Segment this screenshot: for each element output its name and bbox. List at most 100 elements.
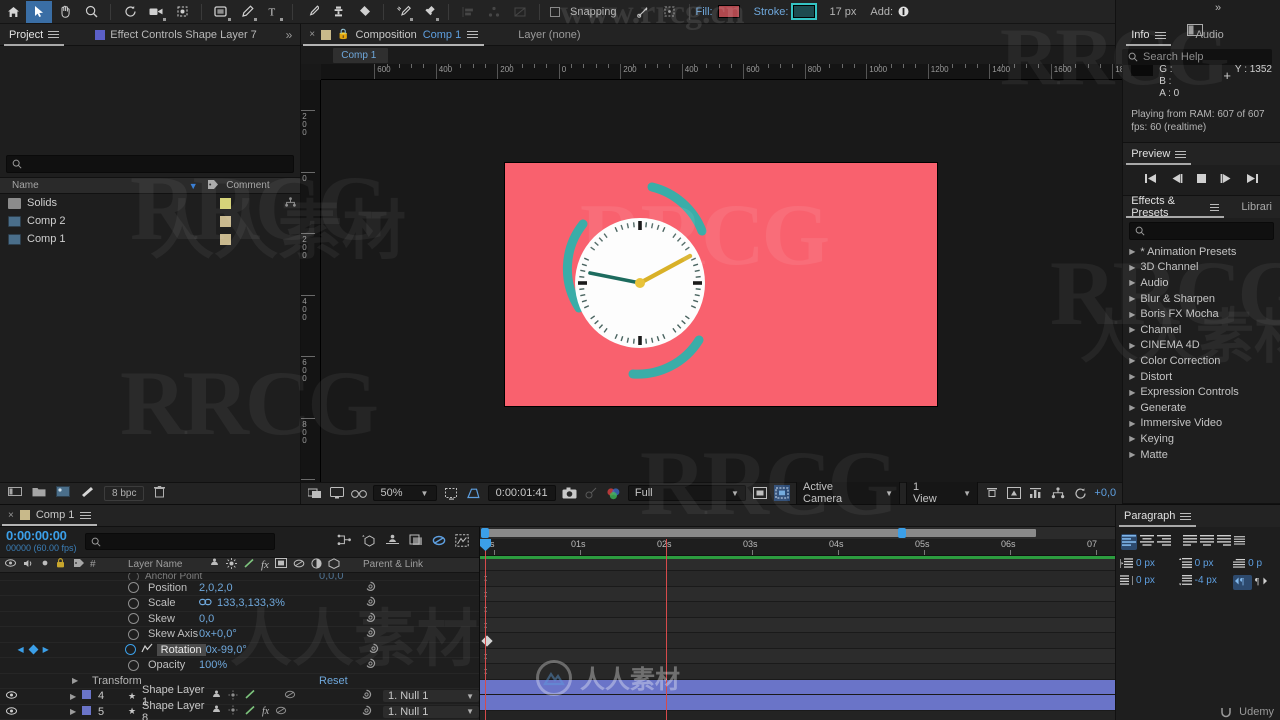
label-column-icon[interactable] — [68, 558, 90, 571]
tab-audio[interactable]: Audio — [1188, 24, 1232, 46]
home-icon[interactable] — [0, 1, 26, 23]
keyframe-navigator[interactable]: ◀ ▶ — [0, 644, 66, 655]
property-row[interactable]: Scale 133,3,133,3% — [0, 596, 479, 612]
property-value[interactable]: 100% — [199, 659, 359, 671]
layer-name-column-header[interactable]: Layer Name — [116, 559, 209, 570]
video-eye-icon[interactable] — [6, 706, 17, 718]
parent-pickwhip-icon[interactable] — [359, 612, 479, 626]
eraser-icon[interactable] — [351, 1, 377, 23]
composition-canvas[interactable] — [505, 163, 938, 406]
snapping-toggle[interactable]: Snapping — [550, 6, 617, 18]
chevron-right-icon[interactable]: ▶ — [1129, 419, 1135, 428]
table-row[interactable]: ▶ 4 ★ Shape Layer 1 1. Null 1 ▼ — [0, 684, 479, 708]
new-comp-icon[interactable] — [8, 486, 22, 500]
align-left-icon[interactable] — [455, 1, 481, 23]
property-row[interactable]: Skew 0,0 — [0, 611, 479, 627]
table-row[interactable]: ▶ 5 ★ Shape Layer 8 fx 1. Null 1 ▼ — [0, 700, 479, 720]
keyframe-diamond-icon[interactable] — [28, 644, 39, 655]
tab-layer-none[interactable]: Layer (none) — [510, 24, 588, 46]
list-item[interactable]: ▶ * Animation Presets — [1123, 244, 1280, 260]
align-left-button[interactable] — [1121, 534, 1137, 550]
panel-menu-icon[interactable] — [467, 29, 479, 40]
tab-libraries[interactable]: Librari — [1233, 196, 1280, 218]
subtab-comp1[interactable]: Comp 1 — [333, 47, 389, 63]
timecode-display[interactable]: 0:00:00:00 00000 (60.00 fps) — [6, 529, 77, 554]
stopwatch-icon[interactable] — [128, 582, 139, 594]
chevron-right-icon[interactable]: ▶ — [72, 676, 86, 685]
list-item[interactable]: Comp 1 — [0, 230, 300, 248]
tag-swatch[interactable] — [220, 233, 232, 245]
list-item[interactable]: ▶ Matte — [1123, 447, 1280, 463]
effects-search-input[interactable] — [1129, 222, 1274, 240]
solo-dot-icon[interactable] — [41, 559, 49, 570]
resolution-select[interactable]: Full ▼ — [627, 485, 746, 501]
property-row[interactable]: Position 2,0,2,0 — [0, 580, 479, 596]
stopwatch-icon[interactable] — [128, 628, 139, 640]
fx-switch-icon[interactable]: fx — [262, 706, 269, 717]
align-center-button[interactable] — [1140, 535, 1154, 549]
monitor-icon[interactable] — [329, 485, 345, 501]
chevron-right-icon[interactable]: ▶ — [1129, 294, 1135, 303]
justify-last-center-button[interactable] — [1200, 535, 1214, 549]
index-column-header[interactable]: # — [90, 559, 116, 570]
justify-all-button[interactable] — [1234, 535, 1245, 549]
stopwatch-icon[interactable] — [128, 659, 139, 671]
tab-composition-comp1[interactable]: × 🔒 Composition Comp 1 — [301, 24, 486, 46]
snapshot-camera-icon[interactable] — [562, 485, 578, 501]
adjustment-layer-icon[interactable] — [311, 557, 322, 572]
panel-menu-icon[interactable] — [1154, 30, 1166, 41]
first-frame-button[interactable] — [1144, 173, 1157, 187]
list-item[interactable]: ▶ CINEMA 4D — [1123, 338, 1280, 354]
current-time-value[interactable]: 0:00:01:41 — [487, 485, 556, 501]
list-item[interactable]: ▶ Channel — [1123, 322, 1280, 338]
previous-frame-button[interactable] — [1170, 173, 1183, 187]
shy-switch-icon[interactable] — [211, 690, 222, 703]
list-item[interactable]: Comp 2 — [0, 212, 300, 230]
property-row-rotation[interactable]: ◀ ▶ Rotation 0x-99,0° — [0, 642, 479, 658]
mask-icon[interactable] — [507, 1, 533, 23]
rtl-direction-button[interactable]: ¶ — [1255, 576, 1268, 589]
rotation-icon[interactable] — [117, 1, 143, 23]
panel-menu-icon[interactable] — [1175, 149, 1187, 160]
next-frame-button[interactable] — [1220, 173, 1233, 187]
effects-switch-icon[interactable] — [244, 689, 256, 703]
vertical-ruler[interactable]: 2 0 002 0 04 0 06 0 08 0 01 0 0 01 2 0 0 — [301, 80, 322, 482]
pen-icon[interactable] — [234, 1, 260, 23]
new-folder-icon[interactable] — [32, 486, 46, 500]
property-value[interactable]: 0,0,0 — [319, 573, 479, 580]
shy-switch-icon[interactable] — [209, 558, 220, 571]
quality-switch-icon[interactable] — [228, 705, 238, 718]
tab-paragraph[interactable]: Paragraph — [1116, 505, 1199, 527]
snapping-checkbox[interactable] — [550, 6, 560, 17]
lock-icon[interactable] — [56, 558, 65, 571]
panel-overflow-icon[interactable]: » — [286, 28, 301, 42]
chevron-right-icon[interactable]: ▶ — [1129, 247, 1135, 256]
property-value[interactable]: 0x+0,0° — [199, 628, 359, 640]
indent-right-field[interactable]: 0 px — [1120, 575, 1171, 586]
stroke-swatch[interactable] — [791, 3, 818, 20]
link-chain-icon[interactable] — [199, 597, 212, 609]
list-item[interactable]: ▶ Boris FX Mocha — [1123, 306, 1280, 322]
draft-3d-icon[interactable] — [361, 534, 376, 550]
hand-icon[interactable] — [52, 1, 78, 23]
project-search-input[interactable] — [6, 155, 295, 173]
parent-select[interactable]: 1. Null 1 ▼ — [383, 690, 479, 703]
panel-menu-icon[interactable] — [1209, 202, 1220, 213]
property-group-row[interactable]: ▶ Transform Reset — [0, 673, 479, 689]
chevron-right-icon[interactable]: ▶ — [1129, 388, 1135, 397]
main-preview-icon[interactable] — [307, 485, 323, 501]
hide-shy-layers-icon[interactable] — [385, 534, 400, 549]
chevron-right-icon[interactable]: ▶ — [1129, 372, 1135, 381]
tag-swatch[interactable] — [220, 215, 232, 227]
pan-behind-anchor-icon[interactable] — [169, 1, 195, 23]
bit-depth-label[interactable]: 8 bpc — [104, 485, 145, 501]
list-item[interactable]: ▶ Keying — [1123, 431, 1280, 447]
quality-switch-icon[interactable] — [228, 690, 238, 703]
stopwatch-icon[interactable] — [128, 597, 139, 609]
indent-left-field[interactable]: 0 px — [1120, 558, 1171, 569]
panel-menu-icon[interactable] — [48, 29, 60, 40]
justify-last-right-button[interactable] — [1217, 535, 1231, 549]
motion-blur-swit-icon[interactable] — [275, 705, 287, 719]
frame-blending-icon[interactable] — [409, 534, 423, 549]
graph-editor-property-icon[interactable] — [141, 643, 153, 656]
